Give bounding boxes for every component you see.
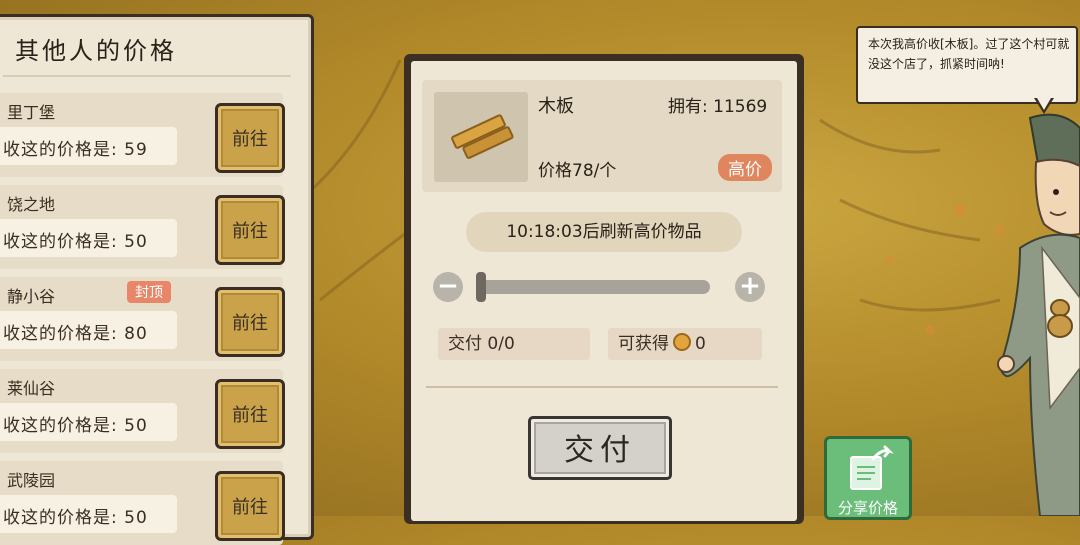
price-box: 收这的价格是: 50 [0, 403, 177, 441]
obtain-amount: 可获得 0 [608, 328, 762, 360]
obtain-label: 可获得 [618, 334, 669, 354]
npc-speech-bubble: 本次我高价收[木板]。过了这个村可就没这个店了，抓紧时间呐! [856, 26, 1078, 104]
price-list-item: 饶之地 收这的价格是: 50 前往 [0, 185, 285, 269]
price-list-item: 武陵园 收这的价格是: 50 前往 [0, 461, 285, 545]
village-name: 里丁堡 [7, 103, 56, 122]
deliver-count: 交付 0/0 [438, 328, 590, 360]
divider [426, 386, 778, 388]
item-price: 价格78/个 [538, 161, 617, 181]
coin-icon [673, 333, 691, 351]
price-list-item: 静小谷 封顶 收这的价格是: 80 前往 [0, 277, 285, 361]
share-icon [850, 445, 894, 490]
price-text: 收这的价格是: 50 [3, 232, 148, 252]
slider-handle[interactable] [476, 272, 486, 302]
goto-button[interactable]: 前往 [215, 287, 285, 357]
obtain-value: 0 [695, 334, 706, 354]
price-list-item: 里丁堡 收这的价格是: 59 前往 [0, 93, 285, 177]
item-name: 木板 [538, 96, 574, 117]
goto-button[interactable]: 前往 [215, 103, 285, 173]
refresh-timer: 10:18:03后刷新高价物品 [466, 212, 742, 252]
village-name: 武陵园 [7, 471, 56, 490]
price-text: 收这的价格是: 59 [3, 140, 148, 160]
goto-button[interactable]: 前往 [215, 195, 285, 265]
price-list-item: 莱仙谷 收这的价格是: 50 前往 [0, 369, 285, 453]
village-name: 静小谷 [7, 287, 56, 306]
village-name: 莱仙谷 [7, 379, 56, 398]
village-name: 饶之地 [7, 195, 56, 214]
deliver-count-text: 交付 0/0 [448, 334, 515, 354]
price-text: 收这的价格是: 80 [3, 324, 148, 344]
share-price-button[interactable]: 分享价格 [824, 436, 912, 520]
owned-count: 拥有: 11569 [668, 97, 768, 117]
price-box: 收这的价格是: 50 [0, 495, 177, 533]
other-prices-panel: 其他人的价格 里丁堡 收这的价格是: 59 前往 饶之地 收这的价格是: 50 … [0, 14, 314, 545]
merchant-character [997, 113, 1080, 516]
high-price-badge: 高价 [718, 154, 772, 181]
price-box: 收这的价格是: 59 [0, 127, 177, 165]
title-divider [3, 75, 291, 77]
capped-badge: 封顶 [127, 281, 171, 303]
price-text: 收这的价格是: 50 [3, 416, 148, 436]
quantity-slider[interactable] [478, 280, 710, 294]
goto-button[interactable]: 前往 [215, 471, 285, 541]
minus-button[interactable]: − [433, 272, 463, 302]
share-label: 分享价格 [837, 499, 898, 517]
deliver-button[interactable]: 交付 [528, 416, 672, 480]
price-box: 收这的价格是: 80 [0, 311, 177, 349]
item-icon-box [434, 92, 528, 182]
npc-speech-text: 本次我高价收[木板]。过了这个村可就没这个店了，抓紧时间呐! [868, 37, 1070, 71]
wood-planks-icon [451, 114, 514, 159]
price-box: 收这的价格是: 50 [0, 219, 177, 257]
panel-title: 其他人的价格 [15, 37, 177, 65]
plus-button[interactable]: + [735, 272, 765, 302]
goto-button[interactable]: 前往 [215, 379, 285, 449]
